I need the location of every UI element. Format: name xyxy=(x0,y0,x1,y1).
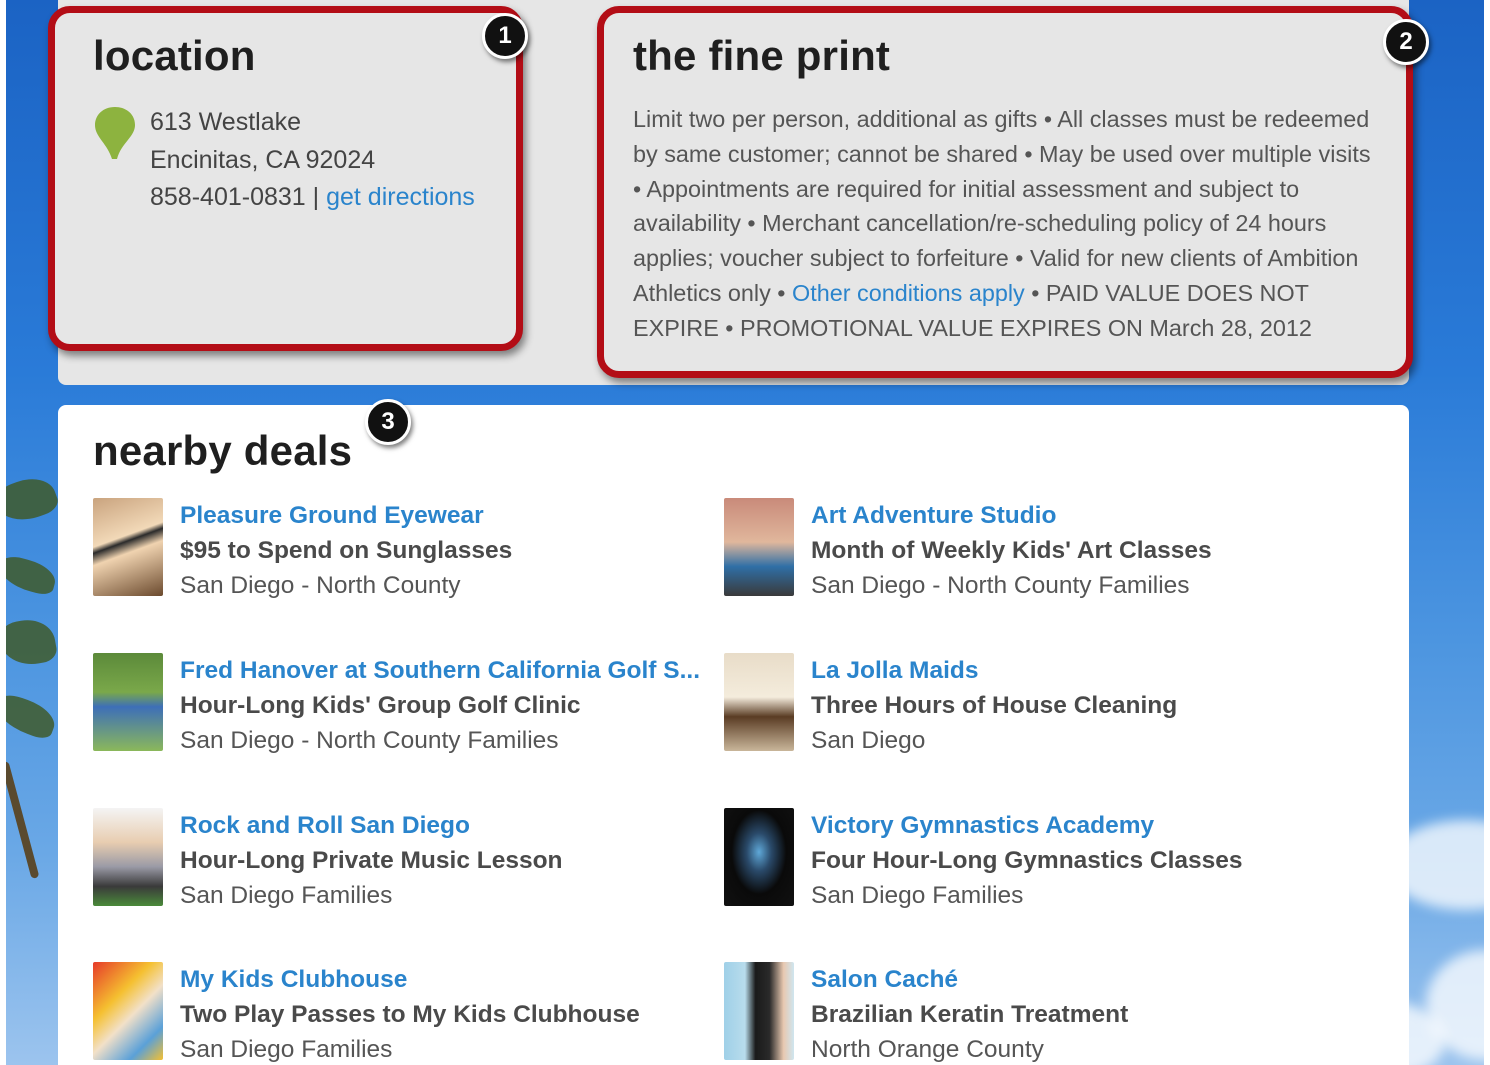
location-heading: location xyxy=(93,32,256,79)
deal-merchant-link[interactable]: Art Adventure Studio xyxy=(811,502,1056,530)
deal-thumbnail[interactable] xyxy=(93,498,163,596)
deal-thumbnail[interactable] xyxy=(724,498,794,596)
phone-number: 858-401-0831 xyxy=(150,183,306,211)
deal-merchant-link[interactable]: Victory Gymnastics Academy xyxy=(811,812,1154,840)
deal-area: San Diego Families xyxy=(811,882,1024,909)
deal-area: North Orange County xyxy=(811,1036,1044,1063)
deal-title: $95 to Spend on Sunglasses xyxy=(180,537,513,564)
deal-title: Hour-Long Private Music Lesson xyxy=(180,847,563,874)
separator: | xyxy=(312,183,320,211)
deal-item[interactable]: Victory Gymnastics Academy Four Hour-Lon… xyxy=(724,808,1324,918)
deal-title: Three Hours of House Cleaning xyxy=(811,692,1178,719)
deal-item[interactable]: Rock and Roll San Diego Hour-Long Privat… xyxy=(93,808,693,918)
other-conditions-link[interactable]: Other conditions apply xyxy=(792,280,1025,306)
deal-merchant-link[interactable]: My Kids Clubhouse xyxy=(180,966,407,994)
deal-title: Month of Weekly Kids' Art Classes xyxy=(811,537,1212,564)
deal-area: San Diego xyxy=(811,727,926,754)
marker-2: 2 xyxy=(1383,19,1429,65)
fine-print-heading: the fine print xyxy=(633,32,891,79)
marker-3: 3 xyxy=(365,399,411,445)
marker-1: 1 xyxy=(482,13,528,59)
deal-title: Four Hour-Long Gymnastics Classes xyxy=(811,847,1243,874)
address-line-2: Encinitas, CA 92024 xyxy=(150,146,376,174)
nearby-deals-heading: nearby deals xyxy=(93,427,353,474)
deal-merchant-link[interactable]: Salon Caché xyxy=(811,966,958,994)
deal-merchant-link[interactable]: Rock and Roll San Diego xyxy=(180,812,470,840)
fine-print-conditions: Limit two per person, additional as gift… xyxy=(633,106,1371,306)
phone-line: 858-401-0831 | get directions xyxy=(150,183,475,212)
deal-merchant-link[interactable]: Pleasure Ground Eyewear xyxy=(180,502,484,530)
deal-thumbnail[interactable] xyxy=(93,808,163,906)
map-pin-icon xyxy=(95,107,135,159)
deal-area: San Diego - North County Families xyxy=(180,727,559,754)
deal-item[interactable]: La Jolla Maids Three Hours of House Clea… xyxy=(724,653,1324,763)
deal-area: San Diego Families xyxy=(180,1036,393,1063)
deal-item[interactable]: Salon Caché Brazilian Keratin Treatment … xyxy=(724,962,1324,1065)
address-line-1: 613 Westlake xyxy=(150,108,302,136)
deal-thumbnail[interactable] xyxy=(93,962,163,1060)
deal-area: San Diego Families xyxy=(180,882,393,909)
deal-item[interactable]: My Kids Clubhouse Two Play Passes to My … xyxy=(93,962,693,1065)
deal-item[interactable]: Pleasure Ground Eyewear $95 to Spend on … xyxy=(93,498,693,608)
deal-thumbnail[interactable] xyxy=(724,808,794,906)
deal-title: Hour-Long Kids' Group Golf Clinic xyxy=(180,692,581,719)
fine-print-text: Limit two per person, additional as gift… xyxy=(633,102,1383,346)
deal-merchant-link[interactable]: Fred Hanover at Southern California Golf… xyxy=(180,657,700,685)
deal-area: San Diego - North County xyxy=(180,572,461,599)
deal-item[interactable]: Art Adventure Studio Month of Weekly Kid… xyxy=(724,498,1324,608)
deal-thumbnail[interactable] xyxy=(724,653,794,751)
get-directions-link[interactable]: get directions xyxy=(326,183,475,211)
deal-thumbnail[interactable] xyxy=(724,962,794,1060)
deal-title: Brazilian Keratin Treatment xyxy=(811,1001,1129,1028)
deal-merchant-link[interactable]: La Jolla Maids xyxy=(811,657,978,685)
deal-thumbnail[interactable] xyxy=(93,653,163,751)
deal-item[interactable]: Fred Hanover at Southern California Golf… xyxy=(93,653,700,763)
deal-title: Two Play Passes to My Kids Clubhouse xyxy=(180,1001,640,1028)
deal-area: San Diego - North County Families xyxy=(811,572,1190,599)
